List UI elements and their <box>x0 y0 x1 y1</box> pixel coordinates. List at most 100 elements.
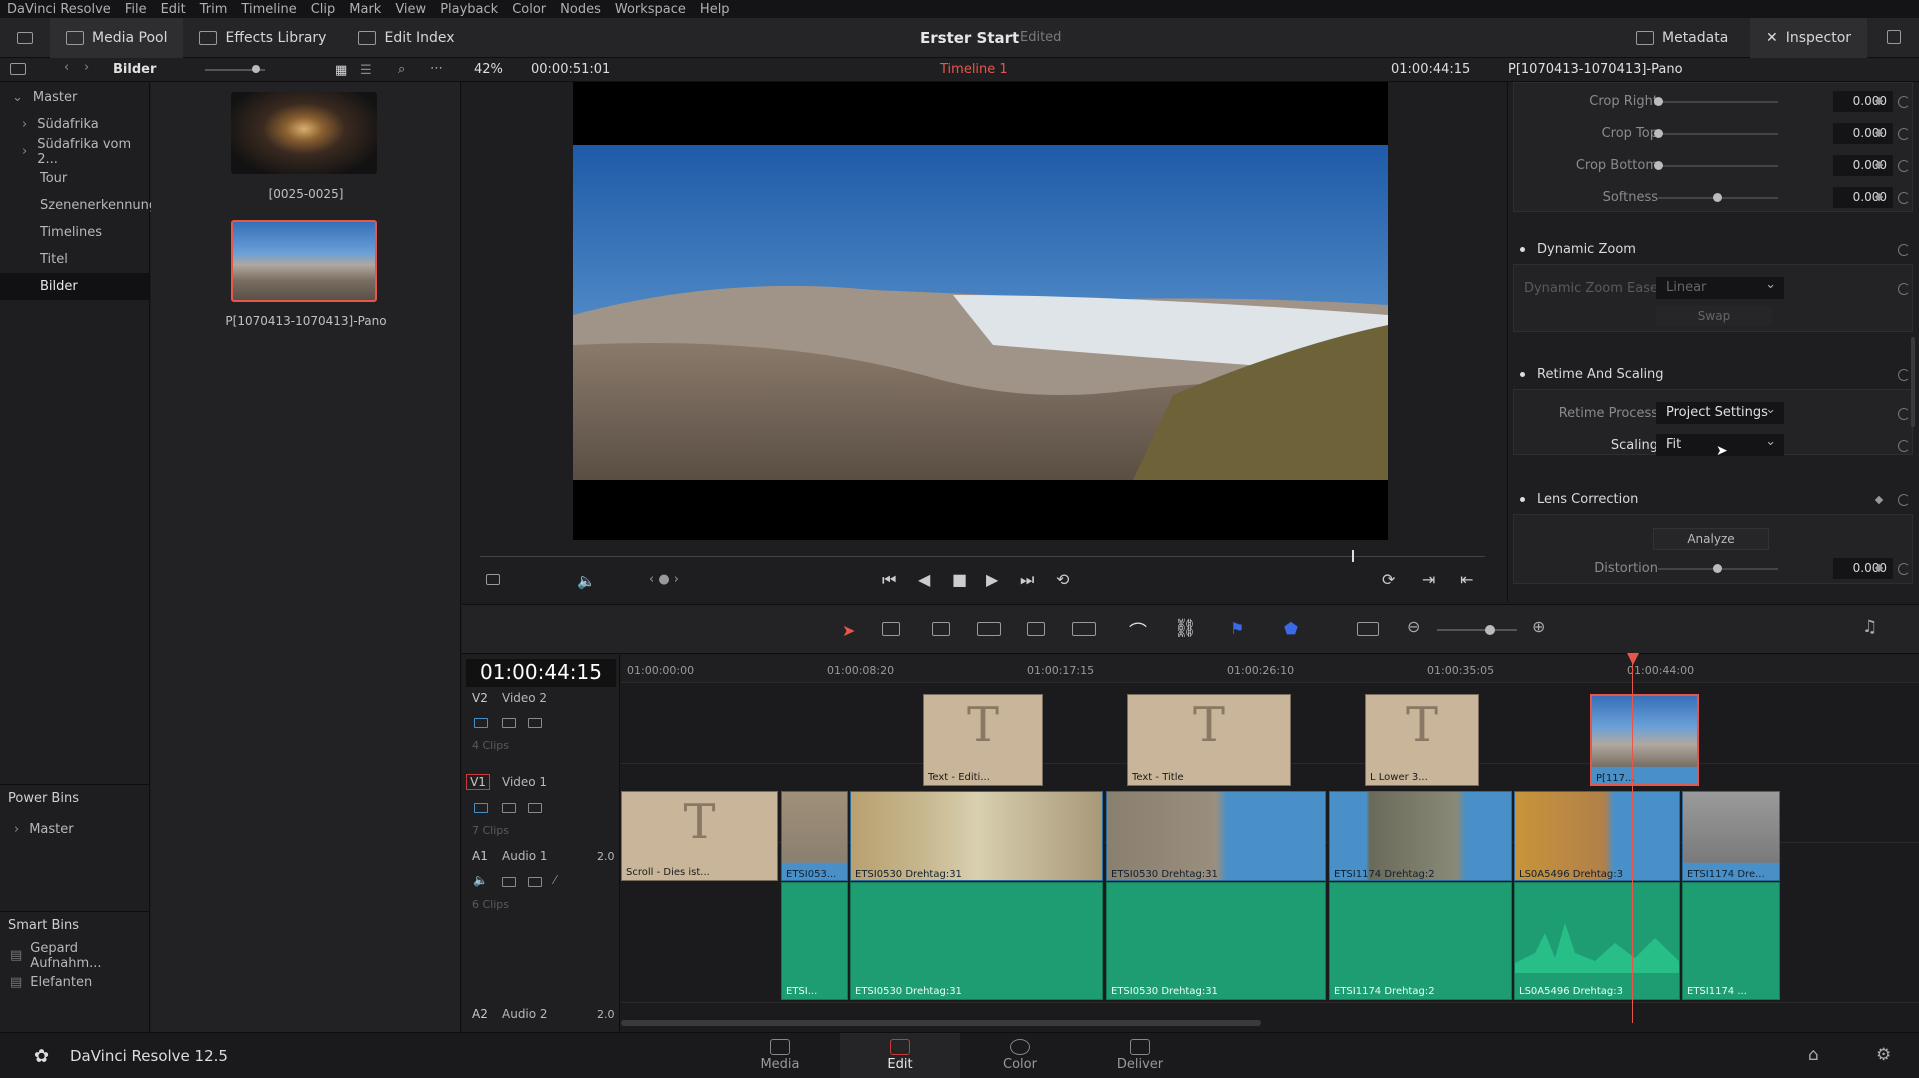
a1-clip[interactable]: LS0A5496 Drehtag:3 <box>1514 882 1680 1000</box>
reset-icon[interactable] <box>1898 192 1910 204</box>
power-bin-master[interactable]: › Master <box>0 816 150 843</box>
snapping-icon[interactable]: ⌒ <box>1129 618 1147 644</box>
loop-icon[interactable]: ⟲ <box>1056 570 1069 589</box>
speaker-icon[interactable]: 🔈 <box>473 873 488 887</box>
play-reverse-icon[interactable]: ◀ <box>918 570 930 589</box>
crop-right-knob[interactable] <box>1654 97 1663 106</box>
replace-clip-icon[interactable] <box>1072 622 1096 640</box>
menu-mark[interactable]: Mark <box>342 2 388 17</box>
metadata-button[interactable]: Metadata <box>1620 18 1744 58</box>
softness-knob[interactable] <box>1713 193 1722 202</box>
media-thumb-0025[interactable] <box>231 92 377 174</box>
v2-clip[interactable]: T Text - Title <box>1127 694 1291 786</box>
menu-workspace[interactable]: Workspace <box>608 2 693 17</box>
media-pool-button[interactable]: Media Pool <box>50 17 184 58</box>
view-mode-icon[interactable] <box>10 63 26 79</box>
timeline-selector[interactable]: Timeline 1 <box>940 62 1008 77</box>
lock-icon[interactable] <box>502 877 516 887</box>
tab-edit[interactable]: Edit <box>840 1033 960 1078</box>
timeline-zoom-slider[interactable] <box>1437 629 1517 631</box>
effects-library-button[interactable]: Effects Library <box>183 18 342 58</box>
crop-right-value[interactable]: 0.000 <box>1833 91 1893 112</box>
auto-select-icon[interactable] <box>528 877 542 887</box>
v1-clip[interactable]: T Scroll - Dies ist... <box>621 791 778 881</box>
analyze-button[interactable]: Analyze <box>1653 528 1769 550</box>
a1-name[interactable]: Audio 1 <box>502 849 548 863</box>
v2-clip-selected[interactable]: P[117... <box>1590 694 1699 786</box>
track-enable-icon[interactable] <box>474 803 488 813</box>
link-icon[interactable]: ⛓ <box>1174 618 1197 639</box>
v1-clip[interactable]: ETSI0530 Drehtag:31 <box>850 791 1103 881</box>
keyframe-icon[interactable] <box>1874 495 1884 505</box>
dynamic-zoom-header[interactable]: Dynamic Zoom <box>1508 236 1919 264</box>
home-icon[interactable]: ⌂ <box>1808 1045 1819 1065</box>
retime-process-dropdown[interactable]: Project Settings <box>1656 402 1784 424</box>
v1-clip[interactable]: LS0A5496 Drehtag:3 <box>1514 791 1680 881</box>
timeline-tracks[interactable]: T Text - Editi... T Text - Title TL Lower … <box>621 655 1919 1032</box>
reset-icon[interactable] <box>1898 563 1910 575</box>
crop-top-slider[interactable] <box>1658 133 1778 135</box>
v2-clip[interactable]: TL Lower 3... <box>1365 694 1479 786</box>
crop-bottom-value[interactable]: 0.000 <box>1833 155 1893 176</box>
v1-id[interactable]: V1 <box>466 774 490 790</box>
timeline-scrollbar[interactable] <box>621 1020 1261 1026</box>
menu-app[interactable]: DaVinci Resolve <box>0 2 118 17</box>
menu-playback[interactable]: Playback <box>433 2 505 17</box>
menu-clip[interactable]: Clip <box>304 2 343 17</box>
viewer-mode-icon[interactable] <box>486 574 500 589</box>
a1-clip[interactable]: ETSI1174 Drehtag:2 <box>1329 882 1512 1000</box>
volume-icon[interactable]: 🔈 <box>577 572 596 590</box>
settings-icon[interactable]: ⚙ <box>1876 1045 1891 1065</box>
timeline-view-icon[interactable] <box>1357 622 1379 640</box>
menu-edit[interactable]: Edit <box>154 2 193 17</box>
panel-toggle-icon[interactable] <box>1887 30 1901 48</box>
reset-icon[interactable] <box>1898 283 1910 295</box>
menu-help[interactable]: Help <box>693 2 737 17</box>
match-frame-icon[interactable]: ⟳ <box>1382 570 1395 589</box>
reset-icon[interactable] <box>1898 494 1910 506</box>
menu-nodes[interactable]: Nodes <box>553 2 608 17</box>
menu-color[interactable]: Color <box>505 2 553 17</box>
a1-clip[interactable]: ETSI... <box>781 882 848 1000</box>
inspector-scrollbar[interactable] <box>1911 337 1915 427</box>
reset-icon[interactable] <box>1898 128 1910 140</box>
viewer-scrubber[interactable] <box>480 556 1485 557</box>
jog-icon[interactable]: ‹ ● › <box>649 572 679 587</box>
sidebar-toggle-icon[interactable] <box>0 31 50 44</box>
retime-scaling-header[interactable]: Retime And Scaling <box>1508 361 1919 389</box>
flag-icon[interactable]: ⚑ <box>1230 619 1244 638</box>
audio-icon[interactable]: ♫ <box>1862 617 1877 637</box>
dz-ease-dropdown[interactable]: Linear <box>1656 277 1784 299</box>
insert-clip-icon[interactable] <box>977 622 1001 640</box>
next-edit-icon[interactable]: ⇥ <box>1422 570 1435 589</box>
a2-name[interactable]: Audio 2 <box>502 1007 548 1021</box>
a1-clip[interactable]: ETSI0530 Drehtag:31 <box>850 882 1103 1000</box>
crop-right-slider[interactable] <box>1658 101 1778 103</box>
track-enable-icon[interactable] <box>474 718 488 728</box>
crop-top-knob[interactable] <box>1654 129 1663 138</box>
trim-tool-icon[interactable] <box>882 622 900 640</box>
softness-value[interactable]: 0.000 <box>1833 187 1893 208</box>
tab-color[interactable]: Color <box>960 1033 1080 1078</box>
v1-name[interactable]: Video 1 <box>502 775 547 789</box>
search-icon[interactable]: ⌕ <box>398 62 405 77</box>
crop-bottom-slider[interactable] <box>1658 165 1778 167</box>
zoom-in-icon[interactable]: ⊕ <box>1532 617 1545 636</box>
play-icon[interactable]: ▶ <box>986 570 998 589</box>
bin-timelines[interactable]: Timelines <box>0 219 149 246</box>
thumb-size-knob[interactable] <box>252 65 260 73</box>
reset-icon[interactable] <box>1898 96 1910 108</box>
go-to-start-icon[interactable]: ⏮ <box>882 570 896 590</box>
inspector-button[interactable]: ✕ Inspector <box>1750 17 1868 58</box>
bin-master[interactable]: ⌄ Master <box>0 84 149 111</box>
menu-file[interactable]: File <box>118 2 154 17</box>
v1-clip[interactable]: ETSI1174 Drehtag:2 <box>1329 791 1512 881</box>
go-to-end-icon[interactable]: ⏭ <box>1020 570 1034 590</box>
prev-edit-icon[interactable]: ⇤ <box>1460 570 1473 589</box>
a1-clip[interactable]: ETSI0530 Drehtag:31 <box>1106 882 1326 1000</box>
lock-icon[interactable] <box>502 803 516 813</box>
menu-view[interactable]: View <box>388 2 433 17</box>
bin-suedafrika[interactable]: › Südafrika <box>0 111 149 138</box>
lens-correction-header[interactable]: Lens Correction <box>1508 486 1919 514</box>
reset-icon[interactable] <box>1898 408 1910 420</box>
